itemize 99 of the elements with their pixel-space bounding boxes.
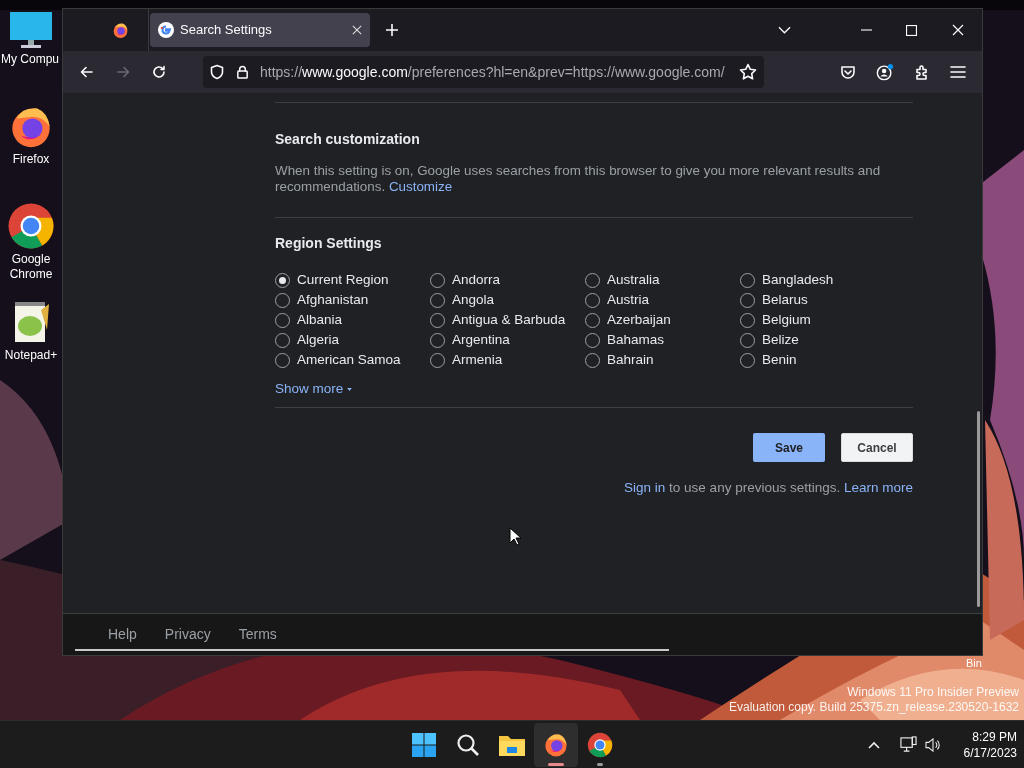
customize-link[interactable]: Customize (388, 179, 453, 194)
footer-link[interactable]: Privacy (164, 624, 211, 645)
radio-label: Belgium (762, 310, 811, 329)
radio-label: Belize (762, 330, 799, 349)
monitor-icon (9, 10, 53, 50)
radio-label: Austria (607, 290, 650, 309)
region-radio-option[interactable]: Bahamas (585, 330, 740, 350)
region-radio-option[interactable]: Afghanistan (275, 290, 430, 310)
radio-label: Bahrain (607, 350, 654, 369)
chevron-down-icon[interactable] (778, 26, 791, 34)
radio-label: Armenia (452, 350, 503, 369)
section-heading: Region Settings (275, 235, 383, 251)
section-heading: Search customization (275, 131, 421, 147)
region-radio-option[interactable]: Armenia (430, 350, 585, 370)
chevron-up-icon[interactable] (867, 740, 880, 749)
learn-more-link[interactable]: Learn more (843, 480, 913, 495)
region-radio-option[interactable]: Benin (740, 350, 895, 370)
desktop-icon-label[interactable]: My Compu (1, 52, 59, 67)
desktop-icon-label[interactable]: Firefox (12, 152, 50, 167)
horizontal-scrollbar[interactable] (75, 649, 669, 651)
shield-icon (209, 64, 225, 80)
star-icon[interactable] (739, 63, 757, 81)
search-icon[interactable] (456, 733, 480, 757)
primary-button[interactable]: Save (753, 433, 825, 462)
watermark-text: Windows 11 Pro Insider Preview (847, 685, 1019, 700)
maximize-icon[interactable] (906, 24, 917, 36)
show-more-link[interactable]: Show more (275, 381, 353, 397)
running-indicator (597, 763, 603, 766)
radio-label: American Samoa (297, 350, 401, 369)
browser-tab[interactable]: Search Settings (150, 13, 370, 47)
network-icon[interactable] (899, 736, 917, 753)
radio-label: Algeria (297, 330, 340, 349)
close-icon[interactable] (352, 25, 362, 35)
new-tab-icon[interactable] (385, 23, 399, 37)
sign-in-link[interactable]: Sign in (624, 480, 666, 495)
reload-icon (151, 64, 167, 80)
radio-label: Angola (452, 290, 495, 309)
footer-link[interactable]: Help (108, 624, 137, 645)
desktop-icon-label[interactable]: Google Chrome (1, 252, 61, 282)
taskbar-app-button[interactable] (534, 723, 578, 767)
region-radio-option[interactable]: Angola (430, 290, 585, 310)
radio-label: Albania (297, 310, 343, 329)
region-radio-option[interactable]: Australia (585, 270, 740, 290)
radio-label: Afghanistan (297, 290, 369, 309)
radio-label: Andorra (452, 270, 501, 289)
region-radio-option[interactable]: Algeria (275, 330, 430, 350)
url-text: https://www.google.com/preferences?hl=en&prev=https://www.google.com/ (260, 62, 726, 82)
address-bar[interactable]: https://www.google.com/preferences?hl=en&prev=https://www.google.com/ (203, 56, 764, 88)
chrome-icon (587, 732, 613, 758)
region-radio-option[interactable]: Azerbaijan (585, 310, 740, 330)
region-radio-option[interactable]: Bahrain (585, 350, 740, 370)
radio-label: Bangladesh (762, 270, 834, 289)
mouse-cursor-icon (509, 527, 521, 546)
folder-icon[interactable] (499, 734, 525, 756)
back-icon (79, 64, 95, 80)
pocket-icon[interactable] (840, 64, 856, 80)
forward-icon (115, 64, 131, 80)
radio-label: Bahamas (607, 330, 665, 349)
radio-label: Current Region (297, 270, 389, 289)
region-radio-option[interactable]: Current Region (275, 270, 430, 290)
puzzle-icon[interactable] (914, 63, 930, 81)
tab-title: Search Settings (180, 21, 273, 40)
radio-label: Antigua & Barbuda (452, 310, 566, 329)
region-radio-option[interactable]: Antigua & Barbuda (430, 310, 585, 330)
radio-label: Argentina (452, 330, 510, 349)
radio-label: Benin (762, 350, 797, 369)
firefox-icon (543, 732, 569, 758)
lock-icon (235, 64, 250, 80)
region-radio-option[interactable]: Belgium (740, 310, 895, 330)
watermark-text: Evaluation copy. Build 25375.zn_release.230520-1632 (729, 700, 1019, 715)
chrome-icon (7, 202, 55, 250)
radio-label: Australia (607, 270, 660, 289)
region-radio-option[interactable]: Albania (275, 310, 430, 330)
firefox-icon (112, 21, 129, 39)
clock-date: 6/17/2023 (963, 744, 1017, 761)
running-indicator (548, 763, 564, 766)
vertical-scrollbar[interactable] (977, 411, 980, 607)
windows-start-icon[interactable] (412, 733, 436, 757)
region-radio-option[interactable]: Andorra (430, 270, 585, 290)
clock-time: 8:29 PM (972, 728, 1017, 745)
caret-icon (347, 387, 353, 391)
region-radio-option[interactable]: Argentina (430, 330, 585, 350)
region-radio-option[interactable]: Belarus (740, 290, 895, 310)
description-text: When this setting is on, Google uses searches from this browser to give you more relevant results and recommendations. Customize (275, 163, 882, 195)
menu-icon[interactable] (950, 65, 966, 79)
account-icon[interactable] (876, 63, 894, 81)
volume-icon[interactable] (924, 737, 941, 752)
region-radio-option[interactable]: Austria (585, 290, 740, 310)
desktop-icon-label[interactable]: Notepad+ (4, 348, 58, 363)
region-radio-option[interactable]: Bangladesh (740, 270, 895, 290)
google-icon (158, 22, 174, 38)
radio-label: Belarus (762, 290, 808, 309)
region-radio-option[interactable]: Belize (740, 330, 895, 350)
secondary-button[interactable]: Cancel (841, 433, 913, 462)
region-radio-option[interactable]: American Samoa (275, 350, 430, 370)
sign-in-text: Sign in to use any previous settings. Learn more (624, 480, 913, 496)
clock[interactable]: 8:29 PM 6/17/2023 (963, 728, 1017, 761)
footer-link[interactable]: Terms (238, 624, 277, 645)
radio-label: Azerbaijan (607, 310, 671, 329)
